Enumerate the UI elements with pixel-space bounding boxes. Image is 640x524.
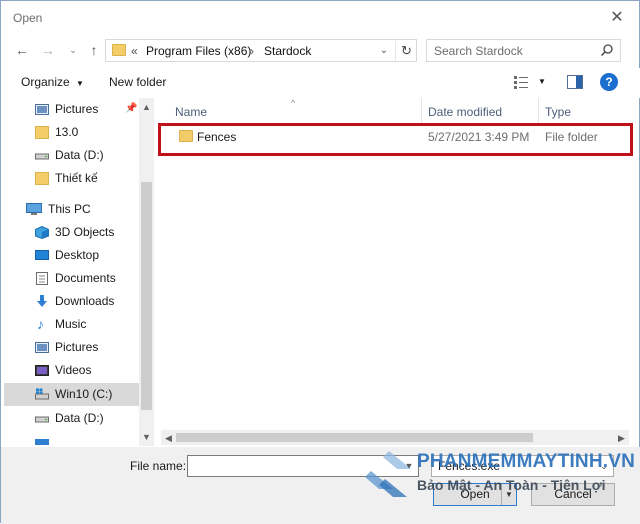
search-placeholder: Search Stardock [434, 44, 523, 58]
forward-arrow-icon[interactable]: → [38, 40, 58, 60]
refresh-icon[interactable]: ↻ [395, 41, 417, 61]
back-arrow-icon[interactable]: ← [12, 40, 32, 60]
watermark-brand: PHANMEMMAYTINH.VN [417, 451, 636, 472]
organize-button[interactable]: Organize ▼ [21, 75, 84, 89]
sidebar-item-desktop[interactable]: Desktop [4, 244, 140, 267]
window-title: Open [13, 11, 43, 25]
column-separator[interactable] [421, 98, 422, 124]
horizontal-scroll-thumb[interactable] [176, 433, 533, 442]
horizontal-scrollbar[interactable]: ◀ ▶ [161, 430, 629, 445]
sidebar-item-label: Data (D:) [55, 148, 104, 162]
scroll-up-arrow-icon[interactable]: ▲ [139, 100, 154, 114]
organize-label: Organize [21, 75, 70, 89]
address-bar[interactable]: « Program Files (x86) › Stardock ⌄ ↻ [105, 39, 417, 62]
up-arrow-icon[interactable]: ↑ [84, 40, 104, 60]
sidebar-item-data-d[interactable]: Data (D:) [4, 407, 140, 430]
computer-icon [26, 203, 42, 215]
highlight-box [158, 123, 633, 156]
sidebar-item-label: Win10 (C:) [55, 387, 113, 401]
sidebar-item-label: Downloads [55, 294, 115, 308]
column-header-date-modified[interactable]: Date modified [428, 105, 502, 119]
windows-drive-icon [35, 388, 49, 400]
sidebar-item-music[interactable]: ♪ Music [4, 313, 140, 336]
sidebar-item-data-d-quick[interactable]: Data (D:) [4, 144, 140, 167]
scroll-left-arrow-icon[interactable]: ◀ [161, 431, 176, 445]
drive-icon [35, 416, 49, 423]
sidebar-item-label: Thiết kế [55, 171, 98, 185]
folder-icon [112, 44, 126, 56]
desktop-icon [35, 250, 49, 260]
music-icon: ♪ [37, 316, 44, 332]
sidebar-item-label: 3D Objects [55, 225, 115, 239]
drive-icon [35, 153, 49, 160]
view-dropdown-icon[interactable]: ▼ [538, 77, 546, 86]
search-box[interactable]: Search Stardock [426, 39, 621, 62]
sidebar-item-3d-objects[interactable]: 3D Objects [4, 221, 140, 244]
breadcrumb-separator: › [250, 44, 254, 58]
navigation-pane: Pictures 📌 13.0 Data (D:) Thiết kế This … [4, 98, 154, 446]
navigation-scrollbar[interactable]: ▲ ▼ [139, 98, 154, 446]
watermark-logo-icon [365, 451, 411, 497]
sidebar-item-pictures-quick[interactable]: Pictures 📌 [4, 98, 140, 121]
sidebar-item-this-pc[interactable]: This PC [4, 198, 140, 221]
file-name-label: File name: [130, 459, 187, 473]
videos-icon [35, 365, 49, 376]
scroll-right-arrow-icon[interactable]: ▶ [614, 431, 629, 445]
pin-icon[interactable]: 📌 [125, 103, 137, 114]
sidebar-item-13-0[interactable]: 13.0 [4, 121, 140, 144]
sidebar-item-label: Documents [55, 271, 116, 285]
preview-pane-icon[interactable] [567, 75, 583, 89]
address-dropdown-icon[interactable]: ⌄ [376, 42, 392, 60]
sidebar-item-win10-c[interactable]: Win10 (C:) [4, 383, 140, 406]
folder-icon [35, 126, 49, 139]
breadcrumb-overflow[interactable]: « [131, 44, 138, 58]
sidebar-item-label: Pictures [55, 340, 99, 354]
sidebar-item-documents[interactable]: Documents [4, 267, 140, 290]
sidebar-item-thiet-ke[interactable]: Thiết kế [4, 167, 140, 190]
watermark-slogan: Bảo Mật - An Toàn - Tiện Lợi [417, 477, 606, 493]
sort-ascending-icon: ^ [291, 98, 296, 108]
recent-locations-chevron-icon[interactable]: ⌄ [63, 40, 83, 60]
help-icon[interactable]: ? [600, 73, 618, 91]
3d-objects-icon [35, 226, 49, 239]
sidebar-item-pictures[interactable]: Pictures [4, 336, 140, 359]
sidebar-item-label: 13.0 [55, 125, 79, 139]
sidebar-item-network-partial[interactable] [4, 431, 140, 446]
network-icon [35, 439, 49, 445]
sidebar-item-label: Pictures [55, 102, 99, 116]
pictures-icon [35, 342, 49, 353]
sidebar-item-label: Data (D:) [55, 411, 104, 425]
scroll-down-arrow-icon[interactable]: ▼ [139, 430, 154, 444]
sidebar-item-videos[interactable]: Videos [4, 359, 140, 382]
breadcrumb-program-files[interactable]: Program Files (x86) [146, 44, 251, 58]
navigation-scroll-thumb[interactable] [141, 182, 152, 410]
sidebar-item-downloads[interactable]: Downloads [4, 290, 140, 313]
column-separator[interactable] [538, 98, 539, 124]
title-bar: Open ✕ [1, 1, 640, 35]
folder-icon [35, 172, 49, 185]
toolbar: Organize ▼ New folder ▼ [1, 68, 640, 98]
sidebar-item-label: Desktop [55, 248, 100, 262]
close-icon[interactable]: ✕ [607, 8, 627, 28]
column-header-name[interactable]: Name [175, 105, 207, 119]
column-header-type[interactable]: Type [545, 105, 571, 119]
search-icon[interactable] [600, 43, 614, 57]
sidebar-item-label: Music [55, 317, 87, 331]
sidebar-item-label: Videos [55, 363, 92, 377]
documents-icon [36, 272, 48, 285]
new-folder-button[interactable]: New folder [109, 75, 166, 89]
breadcrumb-stardock[interactable]: Stardock [264, 44, 311, 58]
sidebar-item-label: This PC [48, 202, 91, 216]
view-options-icon[interactable] [514, 76, 530, 89]
downloads-icon [37, 295, 47, 307]
open-dialog: Open ✕ ← → ⌄ ↑ « Program Files (x86) › S… [0, 0, 640, 524]
dropdown-arrow-icon: ▼ [76, 79, 84, 88]
pictures-icon [35, 104, 49, 115]
